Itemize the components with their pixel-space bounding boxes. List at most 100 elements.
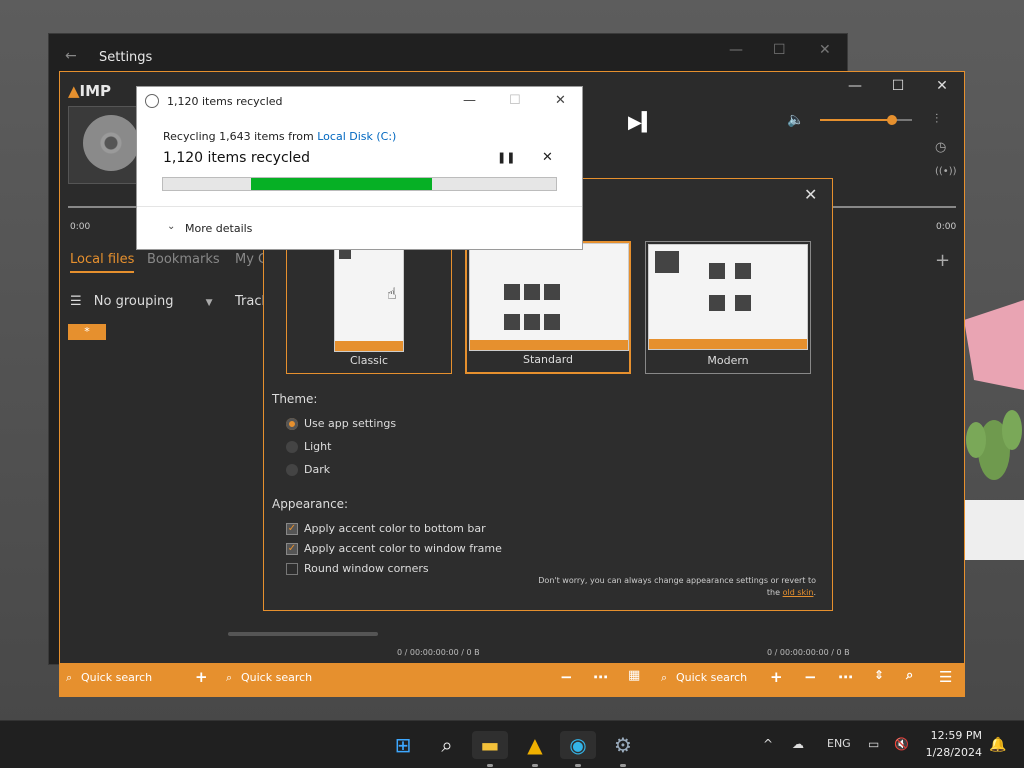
disc-icon [83, 115, 139, 171]
windows-start-icon[interactable]: ⊞ [389, 731, 417, 759]
revert-note: Don't worry, you can always change appea… [534, 575, 816, 599]
grouping-selector[interactable]: ☰ No grouping ▼ [70, 294, 213, 309]
appearance-heading: Appearance: [272, 497, 349, 511]
close-icon[interactable]: ✕ [804, 185, 817, 204]
local-disk-link[interactable]: Local Disk (C:) [317, 130, 396, 143]
network-icon[interactable]: ☁ [792, 737, 804, 751]
volume-slider-knob[interactable] [887, 115, 897, 125]
checkbox-round-corners[interactable] [286, 563, 298, 575]
chevron-up-icon[interactable]: ^ [763, 737, 773, 751]
aimp-logo: ▲IMP [68, 82, 112, 100]
active-indicator [620, 764, 626, 767]
sort-icon[interactable]: ⇕ [874, 668, 884, 682]
radio-icon[interactable]: ((•)) [935, 166, 957, 177]
settings-gear-icon[interactable]: ⚙ [609, 731, 637, 759]
grid-view-icon[interactable]: ▦ [628, 668, 640, 683]
status-left: 0 / 00:00:00:00 / 0 B [397, 648, 480, 657]
cancel-button[interactable]: ✕ [542, 150, 553, 165]
add-button[interactable]: + [195, 668, 208, 686]
equalizer-icon[interactable]: ⫶ [935, 112, 938, 127]
theme-radio-light[interactable] [286, 441, 298, 453]
volume-icon[interactable]: 🔈 [787, 112, 804, 128]
aimp-taskbar-icon[interactable]: ▲ [521, 731, 549, 759]
recycle-progress-bar [162, 177, 557, 191]
minimize-icon[interactable]: — [463, 93, 476, 108]
theme-heading: Theme: [272, 392, 318, 406]
skin-label: Standard [522, 353, 574, 366]
search-icon[interactable]: ⌕ [906, 668, 913, 683]
clock-date[interactable]: 1/28/2024 [922, 746, 982, 759]
checkbox-label[interactable]: Apply accent color to window frame [304, 542, 502, 555]
old-skin-link[interactable]: old skin [783, 588, 814, 597]
modern-preview [648, 244, 808, 350]
add-tab-icon[interactable]: + [935, 250, 950, 271]
maximize-icon[interactable]: ☐ [883, 78, 913, 98]
playlist-tag[interactable]: * [68, 324, 106, 340]
pause-button[interactable]: ❚❚ [497, 151, 515, 164]
standard-preview [469, 243, 629, 351]
menu-icon[interactable]: ☰ [939, 668, 952, 686]
divider [137, 206, 582, 207]
tab-bookmarks[interactable]: Bookmarks [147, 252, 220, 267]
maximize-icon[interactable]: ☐ [773, 42, 786, 58]
quick-search-input-3[interactable]: Quick search [676, 671, 747, 684]
menu-icon: ☰ [70, 294, 82, 309]
add-button[interactable]: + [770, 668, 783, 686]
skin-card-standard[interactable]: Standard [465, 241, 631, 374]
maximize-icon: ☐ [509, 93, 521, 108]
checkbox-accent-bottom-bar[interactable]: ✓ [286, 523, 298, 535]
minimize-icon[interactable]: — [729, 42, 743, 58]
close-icon[interactable]: ✕ [927, 78, 957, 98]
theme-option-label[interactable]: Dark [304, 463, 330, 476]
theme-radio-app-settings[interactable] [286, 418, 298, 430]
theme-option-label[interactable]: Light [304, 440, 331, 453]
file-explorer-icon[interactable]: ▬ [472, 731, 508, 759]
quick-search-input-1[interactable]: Quick search [81, 671, 152, 684]
active-indicator [487, 764, 493, 767]
edge-browser-icon[interactable]: ◉ [560, 731, 596, 759]
bottom-bar: ⌕ Quick search + ⌕ Quick search − ⋯ ▦ ⌕ … [60, 663, 964, 696]
scrollbar[interactable] [228, 632, 378, 636]
skin-card-modern[interactable]: Modern [645, 241, 811, 374]
next-track-button[interactable]: ▶▍ [628, 112, 656, 133]
skin-card-classic[interactable]: ☝ Classic [286, 241, 452, 374]
speaker-muted-icon[interactable]: 🔇 [894, 737, 909, 751]
more-options-icon[interactable]: ⋯ [838, 668, 853, 686]
recycle-count: 1,120 items recycled [163, 150, 311, 166]
quick-search-input-2[interactable]: Quick search [241, 671, 312, 684]
clock-icon [145, 94, 159, 108]
checkbox-accent-window-frame[interactable]: ✓ [286, 543, 298, 555]
search-icon[interactable]: ⌕ [433, 731, 461, 759]
minimize-icon[interactable]: — [840, 78, 870, 98]
close-icon[interactable]: ✕ [555, 93, 566, 108]
recycle-progress-dialog: 1,120 items recycled — ☐ ✕ Recycling 1,6… [136, 86, 583, 250]
back-arrow-icon[interactable]: ← [65, 48, 77, 64]
checkbox-label[interactable]: Apply accent color to bottom bar [304, 522, 486, 535]
theme-option-label[interactable]: Use app settings [304, 417, 396, 430]
recycle-prefix: Recycling 1,643 items from [163, 130, 318, 143]
language-indicator[interactable]: ENG [827, 737, 851, 750]
close-icon[interactable]: ✕ [819, 42, 831, 58]
chevron-down-icon[interactable]: ⌄ [167, 221, 175, 232]
notification-bell-icon[interactable]: 🔔 [989, 737, 1006, 753]
scheduler-clock-icon[interactable]: ◷ [935, 140, 946, 155]
more-details-button[interactable]: More details [185, 222, 252, 235]
theme-radio-dark[interactable] [286, 464, 298, 476]
volume-fill [820, 119, 892, 121]
search-icon: ⌕ [66, 671, 73, 684]
tab-local-files[interactable]: Local files [70, 252, 135, 273]
settings-title: Settings [99, 50, 153, 65]
remove-button[interactable]: − [804, 668, 817, 686]
checkbox-label[interactable]: Round window corners [304, 562, 429, 575]
recycle-source: Recycling 1,643 items from Local Disk (C… [163, 130, 396, 143]
remove-button[interactable]: − [560, 668, 573, 686]
chevron-down-icon: ▼ [205, 298, 213, 308]
more-options-icon[interactable]: ⋯ [593, 668, 608, 686]
active-indicator [532, 764, 538, 767]
progress-fill [251, 178, 432, 190]
display-icon[interactable]: ▭ [868, 737, 879, 751]
dialog-title: 1,120 items recycled [167, 95, 283, 108]
clock-time[interactable]: 12:59 PM [922, 729, 982, 742]
note-end: . [813, 588, 816, 597]
cursor-hand-icon: ☝ [387, 284, 397, 303]
